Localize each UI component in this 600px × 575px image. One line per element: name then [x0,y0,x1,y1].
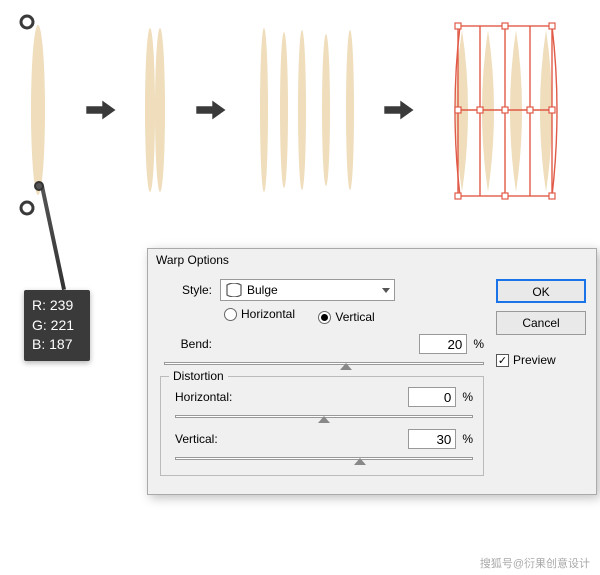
radio-vertical-label: Vertical [335,310,374,324]
color-probe-dot [34,181,44,191]
b-label: B: [32,336,45,352]
dist-v-slider[interactable] [175,453,473,463]
style-label: Style: [160,283,220,297]
b-value: 187 [49,336,72,352]
radio-horizontal-label: Horizontal [241,307,295,321]
preview-checkbox[interactable]: ✓ Preview [496,353,584,367]
radio-vertical[interactable]: Vertical [318,310,374,324]
radio-horizontal[interactable]: Horizontal [224,307,295,321]
ok-button[interactable]: OK [496,279,586,303]
dist-h-input[interactable] [408,387,456,407]
r-value: 239 [50,297,73,313]
color-tooltip: R: 239 G: 221 B: 187 [24,290,90,361]
distortion-fieldset: Distortion Horizontal: % [160,376,484,476]
warp-options-dialog: Warp Options Style: Bulge Horizontal [147,248,597,495]
r-label: R: [32,297,46,313]
preview-label: Preview [513,353,556,367]
style-value: Bulge [247,283,278,297]
cancel-button[interactable]: Cancel [496,311,586,335]
dist-h-label: Horizontal: [171,390,241,404]
bend-label: Bend: [160,337,220,351]
dist-v-label: Vertical: [171,432,241,446]
g-label: G: [32,317,47,333]
distortion-legend: Distortion [169,369,228,383]
watermark: 搜狐号@衍果创意设计 [480,555,590,571]
percent-label: % [473,337,484,351]
check-icon: ✓ [496,354,509,367]
bulge-icon [225,281,243,299]
dist-v-input[interactable] [408,429,456,449]
bend-input[interactable] [419,334,467,354]
bend-slider[interactable] [164,358,484,368]
g-value: 221 [51,317,74,333]
tutorial-illustration [0,0,600,240]
dist-h-slider[interactable] [175,411,473,421]
style-select[interactable]: Bulge [220,279,395,301]
dialog-title: Warp Options [148,249,596,271]
percent-label: % [462,390,473,404]
percent-label: % [462,432,473,446]
chevron-down-icon [382,288,390,293]
